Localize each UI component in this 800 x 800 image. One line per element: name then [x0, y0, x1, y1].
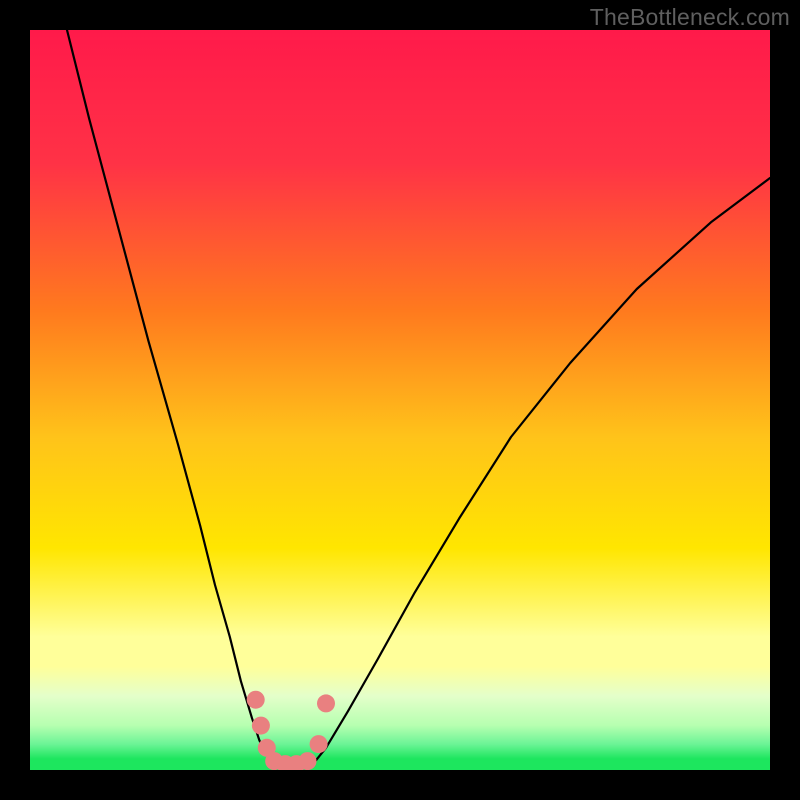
gradient-background [30, 30, 770, 770]
chart-frame: TheBottleneck.com [0, 0, 800, 800]
valley-marker [247, 691, 265, 709]
watermark-text: TheBottleneck.com [590, 4, 790, 31]
valley-marker [310, 735, 328, 753]
valley-marker [317, 694, 335, 712]
plot-area [30, 30, 770, 770]
valley-marker [252, 717, 270, 735]
valley-marker [299, 752, 317, 770]
chart-svg [30, 30, 770, 770]
